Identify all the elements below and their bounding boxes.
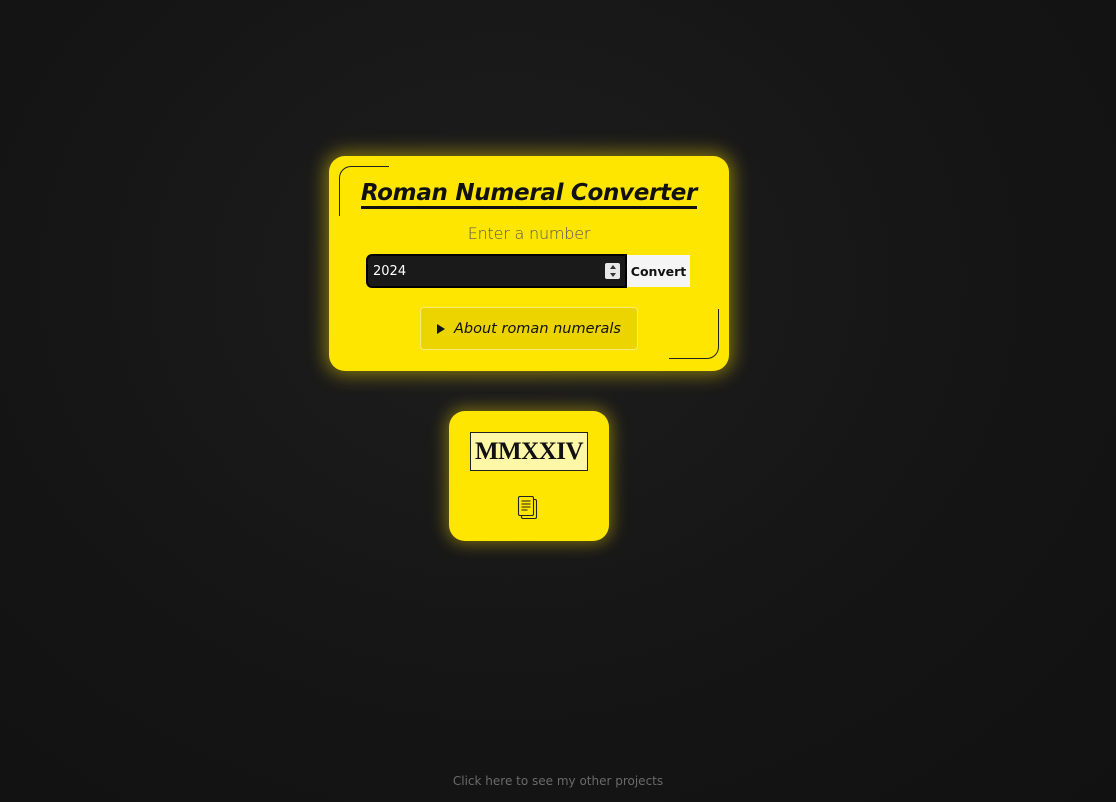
corner-decoration-bottom-right bbox=[669, 309, 719, 359]
about-roman-numerals-toggle[interactable]: About roman numerals bbox=[420, 307, 638, 350]
number-prompt-label: Enter a number bbox=[467, 224, 591, 243]
roman-numeral-output: MMXXIV bbox=[470, 432, 588, 471]
title-text: Roman Numeral Converter bbox=[360, 180, 697, 209]
stepper-up-icon[interactable] bbox=[609, 265, 616, 269]
number-input[interactable] bbox=[368, 256, 625, 286]
page-title: Roman Numeral Converter bbox=[329, 179, 729, 209]
convert-button[interactable]: Convert bbox=[627, 255, 690, 287]
number-input-wrapper bbox=[366, 254, 627, 288]
converter-card: Roman Numeral Converter Enter a number C… bbox=[329, 156, 729, 371]
copy-icon[interactable] bbox=[516, 495, 540, 521]
stepper-down-icon[interactable] bbox=[609, 273, 616, 277]
about-label: About roman numerals bbox=[454, 320, 621, 337]
result-card: MMXXIV bbox=[449, 411, 609, 541]
number-stepper[interactable] bbox=[605, 263, 620, 279]
input-row: Convert bbox=[366, 254, 690, 288]
other-projects-link[interactable]: Click here to see my other projects bbox=[0, 774, 1116, 788]
disclosure-triangle-icon bbox=[437, 323, 445, 334]
